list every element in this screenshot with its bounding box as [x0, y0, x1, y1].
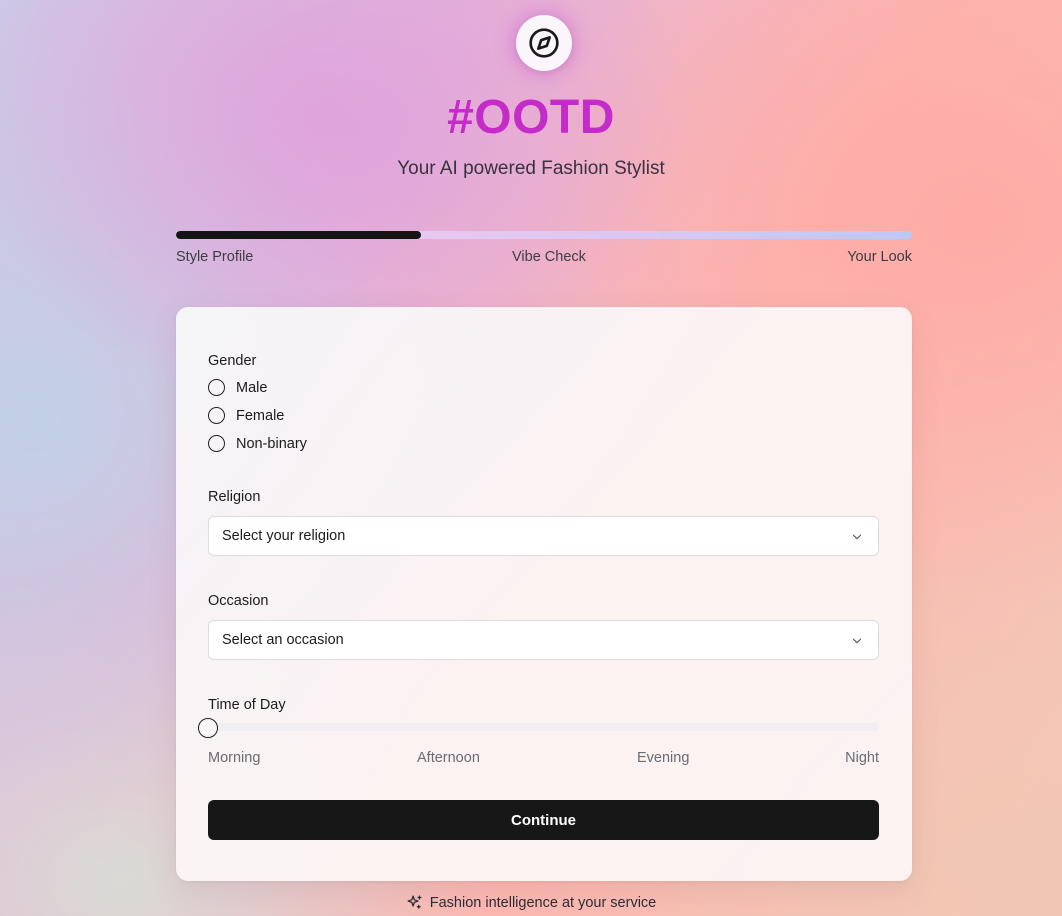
chevron-down-icon — [852, 638, 862, 644]
occasion-select[interactable]: Select an occasion — [208, 620, 879, 660]
time-of-day-slider-thumb[interactable] — [198, 718, 218, 738]
app-title: #OOTD — [447, 91, 615, 144]
radio-label: Female — [236, 407, 285, 424]
logo — [516, 15, 572, 71]
gender-option-male[interactable]: Male — [208, 379, 267, 396]
time-option-evening: Evening — [637, 750, 690, 766]
app-subtitle: Your AI powered Fashion Stylist — [397, 158, 665, 179]
time-of-day-label: Time of Day — [208, 697, 286, 713]
religion-select-value: Select your religion — [222, 528, 346, 544]
time-of-day-slider[interactable] — [208, 723, 879, 731]
radio-button[interactable] — [208, 435, 225, 452]
radio-button[interactable] — [208, 407, 225, 424]
style-profile-card: Gender Male Female Non-binary Religion S… — [176, 307, 912, 881]
compass-icon — [529, 28, 559, 58]
footer-text: Fashion intelligence at your service — [429, 894, 657, 911]
chevron-down-icon — [852, 534, 862, 540]
occasion-label: Occasion — [208, 593, 269, 609]
sparkles-icon — [407, 895, 422, 909]
progress-bar-fill — [176, 231, 422, 239]
step-style-profile: Style Profile — [176, 249, 254, 265]
radio-button[interactable] — [208, 379, 225, 396]
gender-option-female[interactable]: Female — [208, 407, 284, 424]
radio-label: Non-binary — [236, 435, 307, 452]
occasion-select-value: Select an occasion — [222, 632, 344, 648]
religion-select[interactable]: Select your religion — [208, 516, 879, 556]
gender-option-non-binary[interactable]: Non-binary — [208, 435, 307, 452]
progress-bar — [176, 231, 912, 239]
gender-label: Gender — [208, 353, 257, 369]
time-option-night: Night — [845, 750, 879, 766]
time-option-afternoon: Afternoon — [417, 750, 480, 766]
step-vibe-check: Vibe Check — [512, 249, 586, 265]
religion-label: Religion — [208, 489, 261, 505]
time-option-morning: Morning — [208, 750, 261, 766]
footer-tagline: Fashion intelligence at your service — [0, 894, 1062, 911]
radio-label: Male — [236, 379, 268, 396]
step-your-look: Your Look — [847, 249, 912, 265]
continue-button[interactable]: Continue — [208, 800, 879, 840]
